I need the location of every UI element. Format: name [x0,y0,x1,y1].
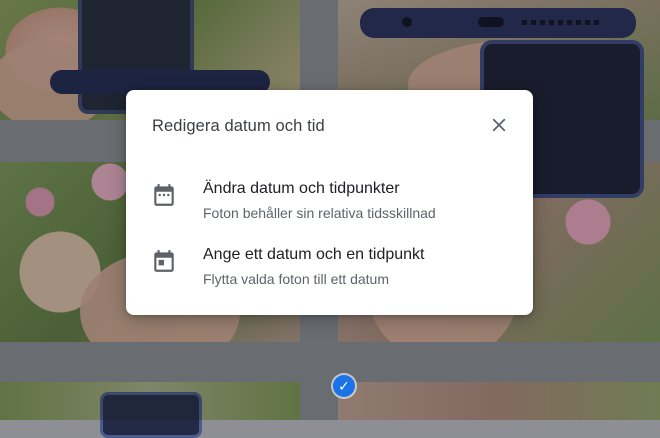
close-icon [492,118,506,132]
option-subtitle: Flytta valda foton till ett datum [203,271,389,287]
option-title: Ange ett datum och en tidpunkt [203,246,425,263]
option-title: Ändra datum och tidpunkter [203,180,400,197]
option-change-dates-and-times[interactable]: Ändra datum och tidpunkter Foton behålle… [126,176,533,232]
dialog-title: Redigera datum och tid [152,117,325,135]
edit-date-time-dialog: Redigera datum och tid Ändra datum och t… [126,90,533,315]
calendar-event-icon [154,250,174,272]
check-circle-icon[interactable]: ✓ [333,375,355,397]
option-subtitle: Foton behåller sin relativa tidsskillnad [203,205,436,221]
calendar-range-icon [154,184,174,206]
option-set-date-and-time[interactable]: Ange ett datum och en tidpunkt Flytta va… [126,242,533,298]
close-button[interactable] [485,111,513,139]
